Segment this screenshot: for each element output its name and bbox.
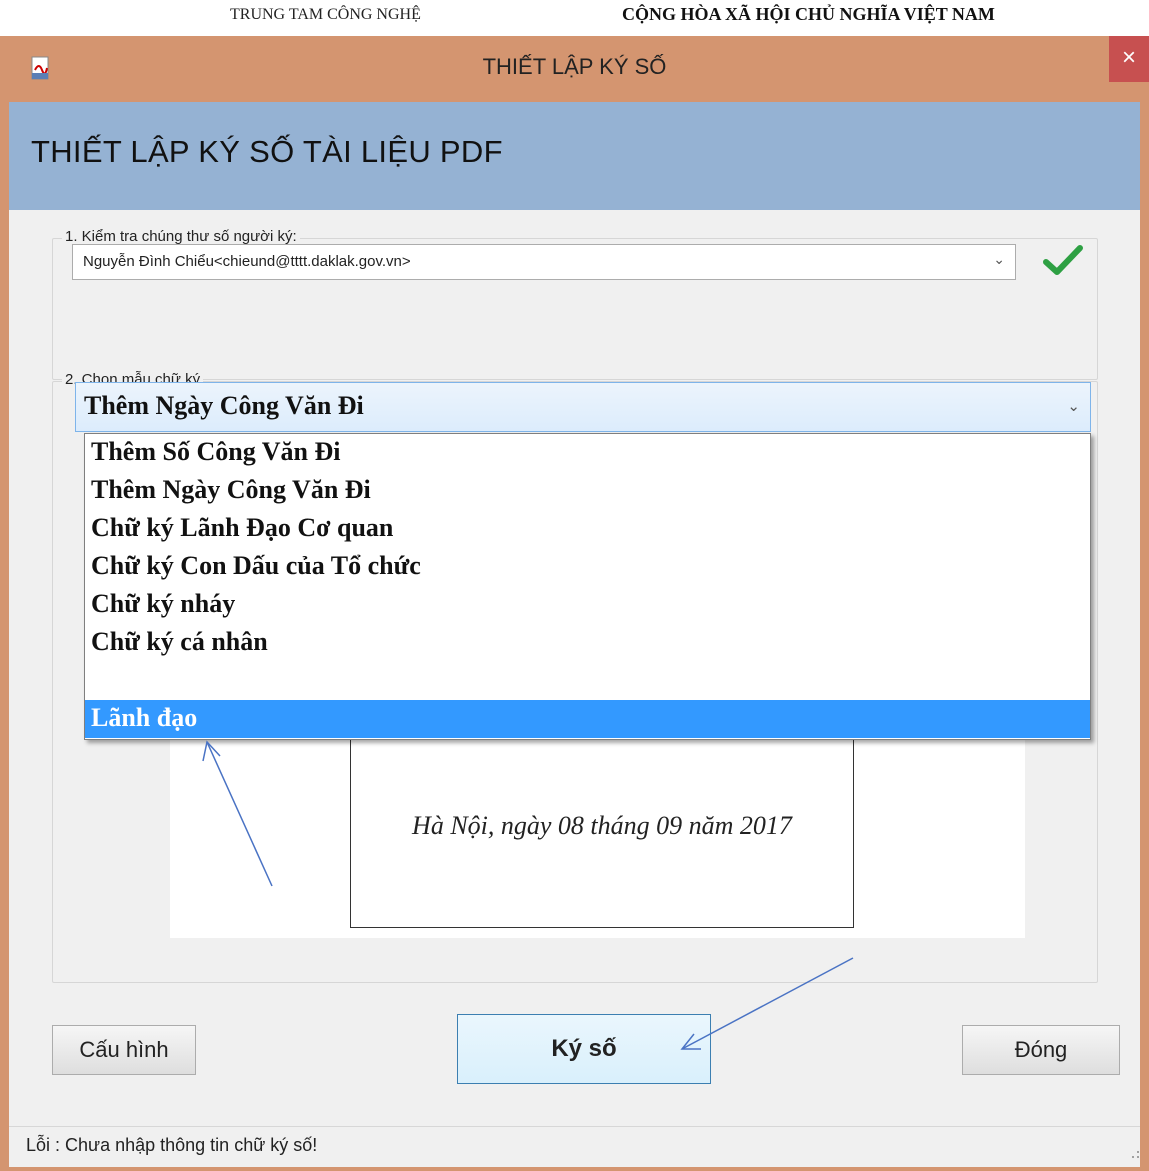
dropdown-option-label: Chữ ký cá nhân xyxy=(91,627,268,656)
banner-title: THIẾT LẬP KÝ SỐ TÀI LIỆU PDF xyxy=(31,134,503,169)
dropdown-option-label: Thêm Ngày Công Văn Đi xyxy=(91,475,371,504)
dropdown-option-label: Chữ ký Con Dấu của Tổ chức xyxy=(91,551,421,580)
certificate-select-value: Nguyễn Đình Chiểu<chieund@tttt.daklak.go… xyxy=(83,253,411,270)
dropdown-option[interactable]: Chữ ký nháy xyxy=(85,586,1090,624)
config-button[interactable]: Cấu hình xyxy=(52,1025,196,1075)
checkmark-icon xyxy=(1043,245,1083,275)
sign-button[interactable]: Ký số xyxy=(457,1014,711,1084)
window-title: THIẾT LẬP KÝ SỐ xyxy=(482,54,667,79)
title-bar[interactable]: THIẾT LẬP KÝ SỐ × xyxy=(0,36,1149,102)
signature-preview-box: Hà Nội, ngày 08 tháng 09 năm 2017 xyxy=(350,720,854,928)
doc-header-right: CỘNG HÒA XÃ HỘI CHỦ NGHĨA VIỆT NAM xyxy=(622,4,995,24)
dropdown-option[interactable]: Thêm Số Công Văn Đi xyxy=(85,434,1090,472)
chevron-down-icon[interactable]: ⌄ xyxy=(1067,397,1080,415)
certificate-select[interactable]: Nguyễn Đình Chiểu<chieund@tttt.daklak.go… xyxy=(72,244,1016,280)
dropdown-option[interactable]: Chữ ký Con Dấu của Tổ chức xyxy=(85,548,1090,586)
certificate-group-label: 1. Kiểm tra chúng thư số người ký: xyxy=(62,228,300,245)
dropdown-option-selected[interactable]: Lãnh đạo xyxy=(85,700,1090,738)
dropdown-option-label: Chữ ký Lãnh Đạo Cơ quan xyxy=(91,513,394,542)
template-select[interactable]: Thêm Ngày Công Văn Đi ⌄ xyxy=(75,382,1091,432)
template-select-value: Thêm Ngày Công Văn Đi xyxy=(84,391,364,420)
dropdown-option-label: Chữ ký nháy xyxy=(91,589,236,618)
window-close-button[interactable]: × xyxy=(1109,36,1149,82)
dropdown-option[interactable]: Chữ ký cá nhân xyxy=(85,624,1090,662)
dropdown-option-label: Thêm Số Công Văn Đi xyxy=(91,437,341,466)
status-message: Lỗi : Chưa nhập thông tin chữ ký số! xyxy=(26,1135,318,1155)
signature-preview-text: Hà Nội, ngày 08 tháng 09 năm 2017 xyxy=(412,811,792,840)
dropdown-option[interactable]: Chữ ký Lãnh Đạo Cơ quan xyxy=(85,510,1090,548)
close-button[interactable]: Đóng xyxy=(962,1025,1120,1075)
resize-grip-icon[interactable] xyxy=(1130,1148,1140,1160)
dropdown-option-label: Lãnh đạo xyxy=(91,703,198,732)
doc-header-left: TRUNG TAM CÔNG NGHỆ xyxy=(230,6,421,23)
dropdown-option[interactable]: Thêm Ngày Công Văn Đi xyxy=(85,472,1090,510)
header-banner: THIẾT LẬP KÝ SỐ TÀI LIỆU PDF xyxy=(9,102,1140,210)
chevron-down-icon[interactable]: ⌄ xyxy=(993,251,1005,268)
template-dropdown-list: Thêm Số Công Văn Đi Thêm Ngày Công Văn Đ… xyxy=(84,433,1091,740)
